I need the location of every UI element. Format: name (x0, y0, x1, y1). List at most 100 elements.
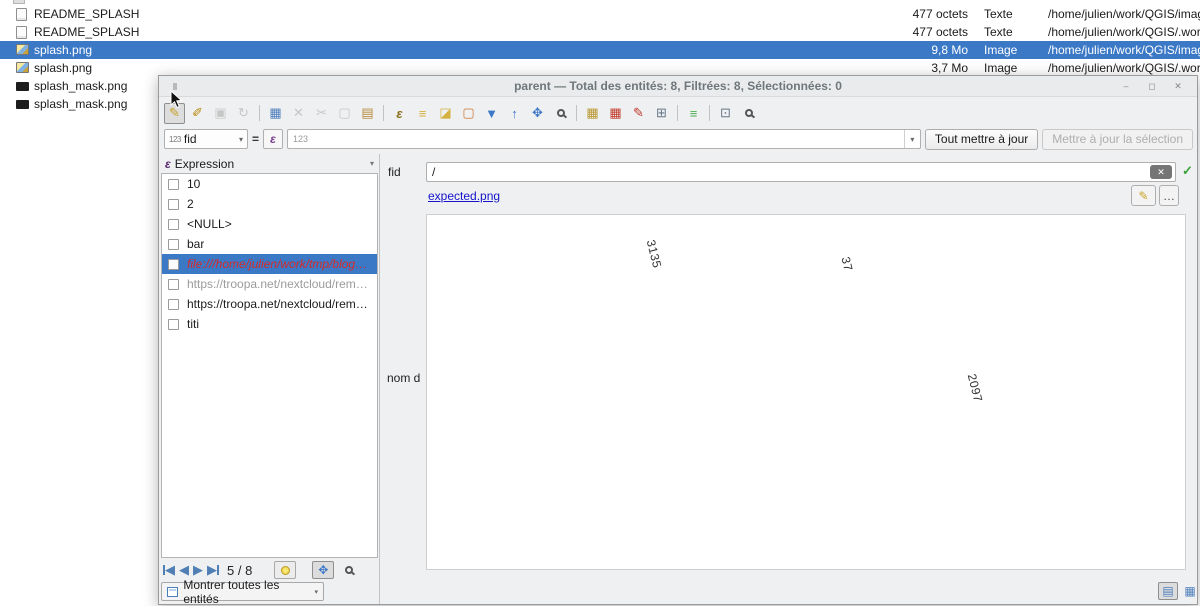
file-name: splash_mask.png (34, 97, 127, 111)
title-bar[interactable]: parent — Total des entités: 8, Filtrées:… (159, 76, 1197, 97)
list-item[interactable]: titi (162, 314, 377, 334)
save-edits-icon[interactable]: ▣ (210, 103, 231, 124)
field-select[interactable]: 123 fid ▾ (164, 129, 248, 149)
previous-feature-button[interactable]: ◀ (179, 562, 189, 578)
panel-splitter[interactable] (379, 154, 380, 604)
list-item[interactable]: 10 (162, 174, 377, 194)
file-size: 477 octets (880, 25, 968, 39)
close-button[interactable]: ✕ (1171, 80, 1185, 93)
list-item-selected[interactable]: file:///home/julien/work/tmp/blog_c... (162, 254, 377, 274)
mouse-cursor (170, 90, 183, 109)
filter-icon[interactable]: ▼ (481, 103, 502, 124)
checkbox[interactable] (168, 179, 179, 190)
fid-input[interactable]: / ✕ (426, 162, 1176, 182)
actions-icon[interactable] (738, 103, 759, 124)
feature-list-header[interactable]: ε Expression ▾ (161, 155, 378, 172)
conditional-formatting-icon[interactable]: ≡ (683, 103, 704, 124)
list-item[interactable]: 2 (162, 194, 377, 214)
file-path: /home/julien/work/QGIS/.work (1048, 61, 1200, 75)
delete-selected-icon[interactable]: ✕ (288, 103, 309, 124)
file-type: Image (984, 43, 1017, 57)
checkbox[interactable] (168, 279, 179, 290)
add-feature-icon[interactable]: ▦ (265, 103, 286, 124)
paste-icon[interactable]: ▤ (357, 103, 378, 124)
list-item[interactable]: <NULL> (162, 214, 377, 234)
chevron-down-icon[interactable]: ▾ (904, 130, 920, 148)
zoom-to-selection-icon[interactable] (550, 103, 571, 124)
edit-attachment-button[interactable]: ✎ (1131, 185, 1156, 206)
deselect-all-icon[interactable]: ▢ (458, 103, 479, 124)
update-all-button[interactable]: Tout mettre à jour (925, 129, 1038, 150)
feature-list-header-label: Expression (175, 157, 234, 171)
list-item-label: titi (187, 317, 199, 331)
pan-to-feature-button[interactable]: ✥ (312, 561, 334, 579)
edit-field-icon[interactable]: ✎ (628, 103, 649, 124)
value-text: 123 (288, 134, 904, 144)
cut-icon[interactable]: ✂ (311, 103, 332, 124)
image-icon (16, 44, 29, 55)
list-item-label: file:///home/julien/work/tmp/blog_c... (187, 257, 372, 271)
file-name: splash_mask.png (34, 79, 127, 93)
document-icon (16, 26, 27, 39)
maximize-button[interactable]: ◻ (1145, 80, 1159, 93)
file-name: README_SPLASH (34, 7, 139, 21)
image-mask-icon (16, 82, 29, 91)
field-calculator-icon[interactable]: ⊞ (651, 103, 672, 124)
expression-builder-button[interactable]: ε (263, 129, 283, 149)
value-input[interactable]: 123 ▾ (287, 129, 921, 149)
file-size: 3,7 Mo (880, 61, 968, 75)
next-feature-button[interactable]: ▶ (193, 562, 203, 578)
last-feature-button[interactable]: ▶ (207, 562, 219, 578)
zoom-to-feature-button[interactable] (338, 561, 360, 579)
browse-attachment-button[interactable]: … (1159, 185, 1179, 206)
image-mask-icon (16, 100, 29, 109)
new-field-icon[interactable]: ▦ (582, 103, 603, 124)
list-item[interactable]: https://troopa.net/nextcloud/remot... (162, 294, 377, 314)
chevron-down-icon[interactable]: ▾ (370, 159, 374, 168)
clear-icon[interactable]: ✕ (1150, 165, 1172, 179)
multi-edit-icon[interactable]: ✐ (187, 103, 208, 124)
document-icon (16, 8, 27, 21)
list-item-label: https://troopa.net/nextcloud/remot... (187, 277, 372, 291)
invert-selection-icon[interactable]: ◪ (435, 103, 456, 124)
file-path: /home/julien/work/QGIS/.work (1048, 25, 1200, 39)
select-all-icon[interactable]: ≡ (412, 103, 433, 124)
move-selection-to-top-icon[interactable]: ↑ (504, 103, 525, 124)
file-type: Image (984, 61, 1017, 75)
equals-label: = (252, 132, 259, 146)
delete-field-icon[interactable]: ▦ (605, 103, 626, 124)
dock-icon[interactable]: ⊡ (715, 103, 736, 124)
expression-filter-icon: ε (165, 157, 171, 171)
reload-icon[interactable]: ↻ (233, 103, 254, 124)
feature-position: 5 / 8 (227, 563, 252, 578)
table-view-toggle[interactable]: ▦ (1180, 582, 1200, 600)
minimize-button[interactable]: – (1119, 80, 1133, 93)
image-icon (16, 62, 29, 73)
file-row[interactable]: README_SPLASH 477 octets Texte /home/jul… (0, 5, 1200, 23)
rotated-number: 37 (838, 255, 855, 272)
attribute-table-dialog: parent — Total des entités: 8, Filtrées:… (158, 75, 1198, 605)
highlight-feature-button[interactable] (274, 561, 296, 579)
file-row-selected[interactable]: splash.png 9,8 Mo Image /home/julien/wor… (0, 41, 1200, 59)
feature-list: 10 2 <NULL> bar file:///home/julien/work… (161, 173, 378, 558)
pan-to-selection-icon[interactable]: ✥ (527, 103, 548, 124)
file-size: 9,8 Mo (880, 43, 968, 57)
show-all-features-label: Montrer toutes les entités (183, 578, 309, 606)
select-by-expression-icon[interactable]: ε (389, 103, 410, 124)
list-item[interactable]: bar (162, 234, 377, 254)
checkbox[interactable] (168, 199, 179, 210)
checkbox[interactable] (168, 319, 179, 330)
form-view-toggle[interactable]: ▤ (1158, 582, 1178, 600)
update-selection-button: Mettre à jour la sélection (1042, 129, 1193, 150)
checkbox[interactable] (168, 259, 179, 270)
checkbox[interactable] (168, 239, 179, 250)
file-row[interactable]: README_SPLASH 477 octets Texte /home/jul… (0, 23, 1200, 41)
show-all-features-button[interactable]: Montrer toutes les entités ▾ (161, 582, 324, 601)
checkbox[interactable] (168, 219, 179, 230)
first-feature-button[interactable]: ◀ (163, 562, 175, 578)
copy-icon[interactable]: ▢ (334, 103, 355, 124)
list-item[interactable]: https://troopa.net/nextcloud/remot... (162, 274, 377, 294)
toolbar-separator (709, 105, 710, 121)
checkbox[interactable] (168, 299, 179, 310)
attachment-link[interactable]: expected.png (428, 189, 500, 203)
